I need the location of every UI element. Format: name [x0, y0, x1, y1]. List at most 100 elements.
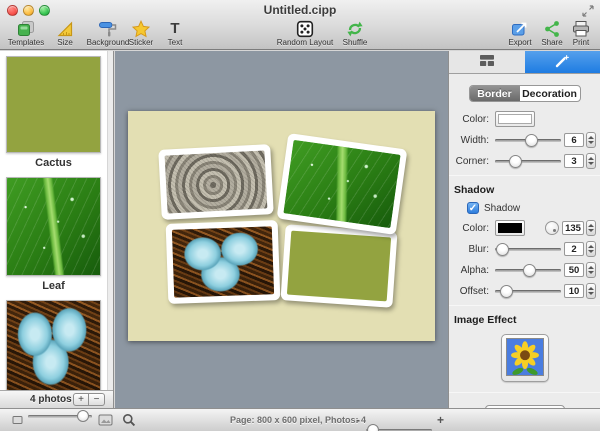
- layout-grid-icon: [479, 54, 495, 70]
- thumbnail-size-slider-knob[interactable]: [77, 410, 89, 422]
- shadow-offset-slider[interactable]: [495, 284, 561, 299]
- border-width-row: Width: 6: [453, 132, 600, 148]
- border-width-label: Width:: [453, 135, 489, 146]
- shadow-blur-stepper[interactable]: [586, 241, 596, 257]
- border-color-label: Color:: [453, 114, 489, 125]
- border-decoration-segmented-control: Border Decoration: [469, 85, 581, 102]
- photo-list[interactable]: Cactus Leaf: [0, 51, 107, 390]
- zoom-out-button[interactable]: -: [356, 409, 360, 431]
- shadow-angle-dial[interactable]: [545, 221, 559, 235]
- export-button[interactable]: Export: [502, 19, 538, 49]
- tab-layout[interactable]: [449, 51, 525, 73]
- border-corner-slider[interactable]: [495, 154, 561, 169]
- eggs-photo-image: [172, 226, 274, 297]
- templates-icon: [16, 19, 36, 38]
- border-width-slider[interactable]: [495, 133, 561, 148]
- collage-photo-spiral[interactable]: [158, 144, 274, 220]
- remove-photo-button[interactable]: −: [89, 393, 105, 406]
- shadow-alpha-row: Alpha: 50: [453, 262, 600, 278]
- collage-workspace: [115, 51, 448, 408]
- photo-thumbnail-eggs[interactable]: [6, 300, 101, 390]
- photo-count-label: 4 photos: [30, 394, 72, 405]
- border-corner-slider-knob[interactable]: [509, 155, 522, 168]
- cactus-thumbnail-image: [6, 56, 101, 153]
- page-info-label: Page: 800 x 600 pixel, Photos: 4: [230, 409, 366, 431]
- thumbnail-size-slider[interactable]: [28, 409, 92, 423]
- collage-photo-cactus[interactable]: [280, 224, 397, 308]
- image-effect-section-title: Image Effect: [449, 309, 600, 327]
- border-corner-stepper[interactable]: [586, 153, 596, 169]
- add-photo-button[interactable]: +: [73, 393, 89, 406]
- fullscreen-icon[interactable]: [582, 4, 594, 16]
- window-header: Untitled.cipp Templates Size: [0, 0, 600, 50]
- collage-page[interactable]: [128, 111, 435, 341]
- thumbnail-size-large-icon: [98, 409, 113, 431]
- shadow-offset-row: Offset: 10: [453, 283, 600, 299]
- photo-count-bar: 4 photos + −: [0, 390, 113, 408]
- border-color-well[interactable]: [495, 111, 535, 127]
- shadow-blur-label: Blur:: [453, 244, 489, 255]
- share-button[interactable]: Share: [538, 19, 566, 49]
- shadow-blur-slider-knob[interactable]: [496, 243, 509, 256]
- shadow-alpha-stepper[interactable]: [586, 262, 596, 278]
- shadow-angle-stepper[interactable]: [586, 220, 596, 236]
- border-corner-value[interactable]: 3: [564, 154, 584, 168]
- photo-name: Cactus: [6, 153, 101, 172]
- shadow-blur-value[interactable]: 2: [564, 242, 584, 256]
- image-effect-button[interactable]: [501, 334, 549, 382]
- shadow-offset-stepper[interactable]: [586, 283, 596, 299]
- templates-button[interactable]: Templates: [2, 19, 50, 49]
- shadow-color-label: Color:: [453, 223, 489, 234]
- photo-thumbnail-cactus[interactable]: Cactus: [6, 56, 101, 172]
- text-icon: T: [170, 19, 179, 38]
- zoom-in-button[interactable]: +: [437, 409, 444, 431]
- sticker-button[interactable]: Sticker: [122, 19, 160, 49]
- shadow-angle-value[interactable]: 135: [562, 221, 584, 235]
- border-width-stepper[interactable]: [586, 132, 596, 148]
- print-button[interactable]: Print: [566, 19, 596, 49]
- canvas-zoom-slider-knob[interactable]: [367, 424, 379, 431]
- shadow-color-well[interactable]: [495, 220, 525, 236]
- canvas-zoom-slider[interactable]: [366, 423, 432, 431]
- leaf-thumbnail-image: [6, 177, 101, 276]
- collage-photo-eggs[interactable]: [166, 220, 281, 304]
- border-width-value[interactable]: 6: [564, 133, 584, 147]
- export-icon: [510, 19, 530, 38]
- size-button[interactable]: Size: [50, 19, 80, 49]
- shadow-offset-value[interactable]: 10: [564, 284, 584, 298]
- shadow-blur-row: Blur: 2: [453, 241, 600, 257]
- shadow-color-row: Color: 135: [453, 220, 596, 236]
- border-width-slider-knob[interactable]: [525, 134, 538, 147]
- print-icon: [571, 19, 591, 38]
- photo-sidebar: Cactus Leaf 4 photos + −: [0, 51, 114, 408]
- shadow-offset-slider-knob[interactable]: [500, 285, 513, 298]
- text-button[interactable]: T Text: [160, 19, 190, 49]
- collage-photo-leaf[interactable]: [277, 133, 408, 235]
- size-icon: [56, 19, 74, 38]
- background-icon: [98, 19, 118, 38]
- shuffle-button[interactable]: Shuffle: [336, 19, 374, 49]
- segment-border[interactable]: Border: [470, 86, 520, 101]
- magnifier-icon: [122, 409, 136, 431]
- photo-thumbnail-leaf[interactable]: Leaf: [6, 177, 101, 295]
- random-layout-button[interactable]: Random Layout: [274, 19, 336, 49]
- sidebar-scrollbar[interactable]: [107, 51, 113, 390]
- spiral-photo-image: [165, 150, 268, 213]
- cactus-photo-image: [287, 231, 391, 302]
- shadow-blur-slider[interactable]: [495, 242, 561, 257]
- window-title: Untitled.cipp: [0, 3, 600, 17]
- magic-wand-icon: [554, 53, 570, 72]
- shadow-alpha-slider[interactable]: [495, 263, 561, 278]
- status-bar: Page: 800 x 600 pixel, Photos: 4 - +: [0, 408, 600, 431]
- border-corner-label: Corner:: [453, 156, 489, 167]
- share-icon: [543, 19, 561, 38]
- thumbnail-size-small-icon: [12, 409, 23, 431]
- segment-decoration[interactable]: Decoration: [520, 86, 580, 101]
- tab-effects[interactable]: [525, 51, 600, 73]
- shadow-alpha-slider-knob[interactable]: [523, 264, 536, 277]
- shadow-offset-label: Offset:: [453, 286, 489, 297]
- leaf-photo-image: [283, 140, 400, 228]
- shadow-alpha-value[interactable]: 50: [564, 263, 584, 277]
- shadow-checkbox[interactable]: [467, 202, 479, 214]
- shadow-checkbox-row: Shadow: [467, 201, 600, 215]
